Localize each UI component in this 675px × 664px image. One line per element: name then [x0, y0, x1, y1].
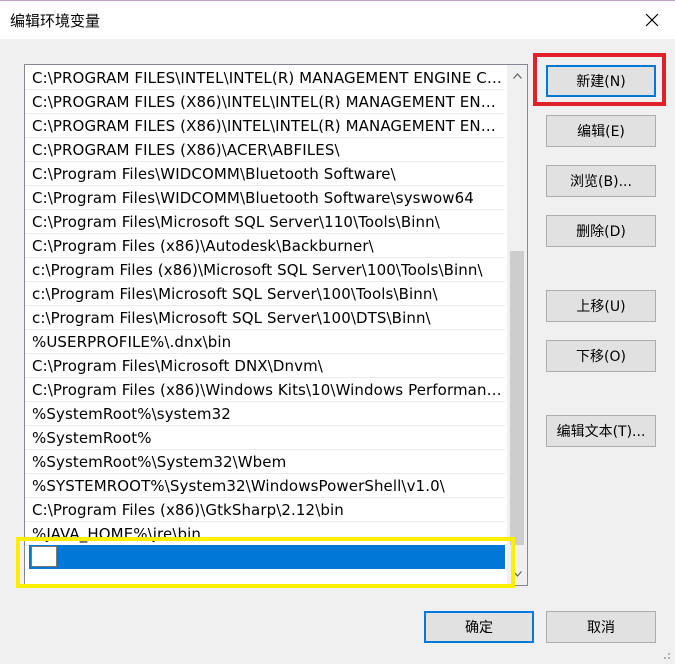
path-list-item[interactable]: c:\Program Files (x86)\Microsoft SQL Ser…: [25, 258, 505, 282]
path-list[interactable]: C:\PROGRAM FILES\INTEL\INTEL(R) MANAGEME…: [24, 64, 528, 586]
path-list-item[interactable]: %USERPROFILE%\.dnx\bin: [25, 330, 505, 354]
ok-button[interactable]: 确定: [424, 611, 534, 643]
resize-grip-icon[interactable]: [659, 648, 671, 660]
new-button-highlight: [533, 53, 666, 106]
chevron-up-icon: [512, 73, 522, 79]
title-bar: 编辑环境变量: [0, 1, 675, 39]
scrollbar-thumb[interactable]: [510, 251, 524, 545]
delete-button[interactable]: 删除(D): [546, 215, 656, 247]
move-down-button[interactable]: 下移(O): [546, 340, 656, 372]
path-list-item[interactable]: C:\PROGRAM FILES\INTEL\INTEL(R) MANAGEME…: [25, 66, 505, 90]
window-title: 编辑环境变量: [10, 12, 101, 30]
path-list-item[interactable]: c:\Program Files\Microsoft SQL Server\10…: [25, 282, 505, 306]
close-button[interactable]: [629, 1, 675, 39]
path-list-item[interactable]: %SYSTEMROOT%\System32\WindowsPowerShell\…: [25, 474, 505, 498]
new-entry-highlight: [16, 537, 515, 588]
vertical-scrollbar[interactable]: [507, 65, 527, 585]
path-list-item[interactable]: C:\PROGRAM FILES (X86)\ACER\ABFILES\: [25, 138, 505, 162]
path-list-item[interactable]: C:\Program Files (x86)\Windows Kits\10\W…: [25, 378, 505, 402]
path-list-item[interactable]: %SystemRoot%\System32\Wbem: [25, 450, 505, 474]
path-list-item[interactable]: C:\Program Files\WIDCOMM\Bluetooth Softw…: [25, 162, 505, 186]
path-list-item[interactable]: C:\Program Files\WIDCOMM\Bluetooth Softw…: [25, 186, 505, 210]
browse-button[interactable]: 浏览(B)...: [546, 165, 656, 197]
scroll-up-button[interactable]: [507, 67, 527, 85]
path-list-rows: C:\PROGRAM FILES\INTEL\INTEL(R) MANAGEME…: [25, 66, 505, 546]
path-list-item[interactable]: %SystemRoot%\system32: [25, 402, 505, 426]
edit-text-button[interactable]: 编辑文本(T)...: [546, 415, 656, 447]
edit-button[interactable]: 编辑(E): [546, 115, 656, 147]
path-list-item[interactable]: C:\PROGRAM FILES (X86)\INTEL\INTEL(R) MA…: [25, 114, 505, 138]
path-list-item[interactable]: %SystemRoot%: [25, 426, 505, 450]
path-list-item[interactable]: c:\Program Files\Microsoft SQL Server\10…: [25, 306, 505, 330]
close-icon: [645, 13, 659, 27]
path-list-item[interactable]: C:\Program Files (x86)\GtkSharp\2.12\bin: [25, 498, 505, 522]
path-list-item[interactable]: C:\Program Files\Microsoft SQL Server\11…: [25, 210, 505, 234]
move-up-button[interactable]: 上移(U): [546, 290, 656, 322]
path-list-item[interactable]: C:\Program Files (x86)\Autodesk\Backburn…: [25, 234, 505, 258]
cancel-button[interactable]: 取消: [546, 611, 656, 643]
path-list-item[interactable]: C:\Program Files\Microsoft DNX\Dnvm\: [25, 354, 505, 378]
path-list-item[interactable]: C:\PROGRAM FILES (X86)\INTEL\INTEL(R) MA…: [25, 90, 505, 114]
